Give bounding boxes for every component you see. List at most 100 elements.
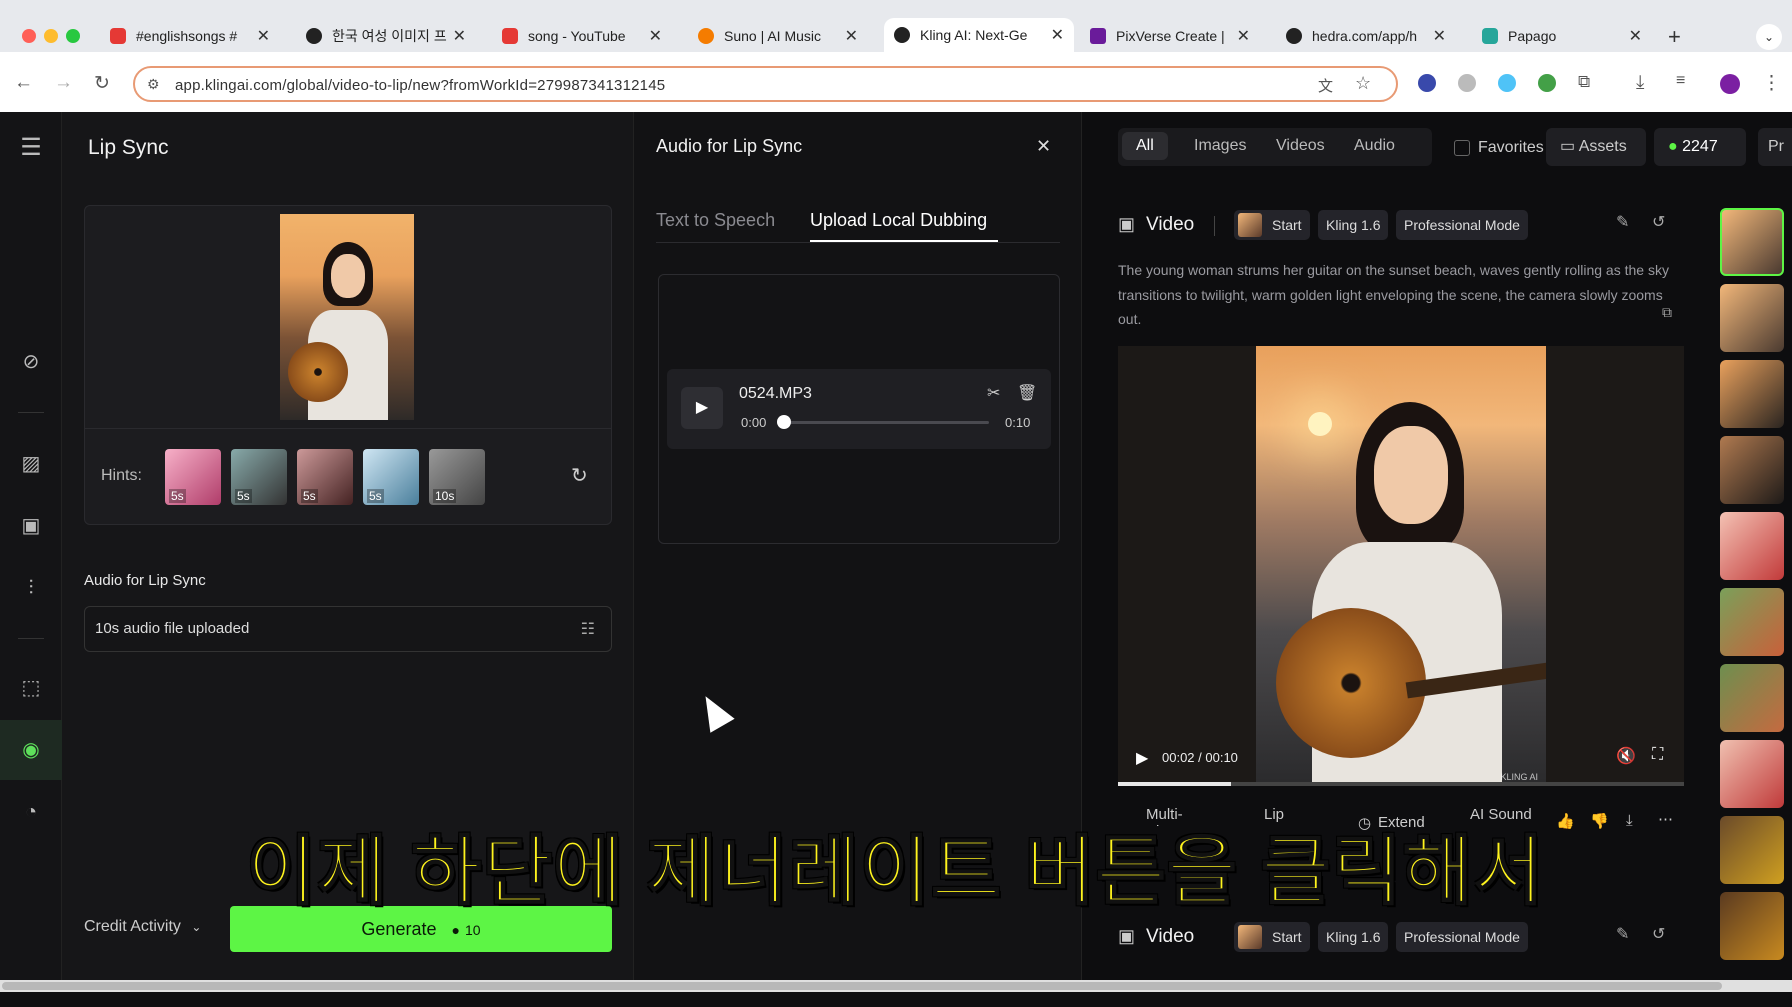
history-thumbnail[interactable]	[1720, 664, 1784, 732]
edit-icon[interactable]: ✎	[1616, 212, 1629, 232]
close-tab-icon[interactable]: ✕	[1051, 25, 1064, 45]
credits-badge[interactable]: ● 2247	[1654, 128, 1746, 166]
source-video-thumbnail[interactable]	[280, 214, 414, 420]
address-bar[interactable]: ⚙ app.klingai.com/global/video-to-lip/ne…	[133, 66, 1398, 102]
close-tab-icon[interactable]: ✕	[845, 26, 858, 46]
copy-icon[interactable]: ⧉	[1662, 304, 1672, 321]
hint-thumbnail[interactable]: 5s	[363, 449, 419, 505]
url-text[interactable]: app.klingai.com/global/video-to-lip/new?…	[175, 77, 665, 94]
audio-progress-handle[interactable]	[777, 415, 791, 429]
filter-audio[interactable]: Audio	[1340, 132, 1409, 160]
extension-icon[interactable]	[1538, 74, 1556, 92]
history-thumbnail[interactable]	[1720, 360, 1784, 428]
history-thumbnail[interactable]	[1720, 208, 1784, 276]
hint-thumbnail[interactable]: 5s	[231, 449, 287, 505]
minimize-window-icon[interactable]	[44, 29, 58, 43]
horizontal-scrollbar[interactable]	[0, 980, 1792, 992]
forward-icon[interactable]: →	[54, 72, 73, 94]
profile-avatar[interactable]	[1720, 74, 1740, 94]
site-settings-icon[interactable]: ⚙	[147, 76, 160, 93]
browser-tab-active[interactable]: Kling AI: Next-Ge ✕	[884, 18, 1074, 52]
close-tab-icon[interactable]: ✕	[257, 26, 270, 46]
mode-chip[interactable]: Professional Mode	[1396, 922, 1528, 952]
hamburger-menu-icon[interactable]: ☰	[19, 136, 43, 160]
history-thumbnail[interactable]	[1720, 436, 1784, 504]
audio-progress-track[interactable]	[783, 421, 989, 424]
play-icon[interactable]: ▶	[681, 387, 723, 429]
start-chip[interactable]: Start	[1234, 210, 1310, 240]
translate-icon[interactable]: 文	[1318, 75, 1333, 96]
upgrade-button[interactable]: Pr	[1758, 128, 1792, 166]
history-thumbnail[interactable]	[1720, 512, 1784, 580]
extension-icon[interactable]	[1458, 74, 1476, 92]
hint-thumbnail[interactable]: 10s	[429, 449, 485, 505]
browser-tab[interactable]: PixVerse Create | ✕	[1080, 22, 1260, 50]
tab-upload-local-dubbing[interactable]: Upload Local Dubbing	[810, 210, 987, 231]
youtube-icon	[502, 28, 518, 44]
history-thumbnail[interactable]	[1720, 740, 1784, 808]
lip-sync-icon[interactable]: ◉	[0, 720, 62, 780]
reload-icon[interactable]: ↻	[94, 72, 110, 95]
edit-icon[interactable]: ✎	[1616, 924, 1629, 944]
sound-generation-icon[interactable]: ⫶	[19, 576, 43, 600]
close-icon[interactable]: ✕	[1036, 136, 1051, 157]
close-tab-icon[interactable]: ✕	[649, 26, 662, 46]
new-tab-button[interactable]: +	[1668, 24, 1681, 50]
favorites-label[interactable]: Favorites	[1478, 139, 1544, 157]
extensions-puzzle-icon[interactable]: ⧉	[1578, 72, 1590, 92]
ai-home-icon[interactable]: ⊘	[19, 350, 43, 374]
history-thumbnail[interactable]	[1720, 284, 1784, 352]
extension-icon[interactable]	[1418, 74, 1436, 92]
browser-tab[interactable]: Suno | AI Music ✕	[688, 22, 868, 50]
adjust-settings-icon[interactable]: ☷	[581, 619, 595, 639]
start-chip[interactable]: Start	[1234, 922, 1310, 952]
filter-videos[interactable]: Videos	[1262, 132, 1339, 160]
download-icon[interactable]: ⤓	[1636, 72, 1644, 94]
filter-all[interactable]: All	[1122, 132, 1168, 160]
close-tab-icon[interactable]: ✕	[453, 26, 466, 46]
back-icon[interactable]: ←	[14, 72, 33, 94]
history-thumbnail[interactable]	[1720, 588, 1784, 656]
model-chip[interactable]: Kling 1.6	[1318, 922, 1389, 952]
mode-chip[interactable]: Professional Mode	[1396, 210, 1528, 240]
reuse-icon[interactable]: ↺	[1652, 924, 1665, 944]
virtual-try-on-icon[interactable]: ⬚	[19, 676, 43, 700]
video-generation-icon[interactable]: ▣	[19, 514, 43, 538]
model-chip[interactable]: Kling 1.6	[1318, 210, 1389, 240]
menu-dots-icon[interactable]: ⋮	[1762, 72, 1781, 95]
reuse-icon[interactable]: ↺	[1652, 212, 1665, 232]
trash-icon[interactable]: 🗑	[1017, 383, 1037, 403]
close-tab-icon[interactable]: ✕	[1237, 26, 1250, 46]
browser-tab[interactable]: song - YouTube ✕	[492, 22, 672, 50]
close-tab-icon[interactable]: ✕	[1433, 26, 1446, 46]
audio-field[interactable]: 10s audio file uploaded ☷	[84, 606, 612, 652]
image-generation-icon[interactable]: ▨	[19, 452, 43, 476]
assets-button[interactable]: ▭ Assets	[1546, 128, 1646, 166]
bookmark-star-icon[interactable]: ☆	[1355, 73, 1371, 94]
hint-thumbnail[interactable]: 5s	[165, 449, 221, 505]
scrollbar-thumb[interactable]	[2, 982, 1722, 990]
media-icon[interactable]: ≡	[1676, 72, 1685, 90]
close-tab-icon[interactable]: ✕	[1629, 26, 1642, 46]
fullscreen-icon[interactable]: ⛶	[1652, 746, 1663, 764]
extension-icon[interactable]	[1498, 74, 1516, 92]
video-player[interactable]: KLING AI ▶ 00:02 / 00:10 🔇 ⛶	[1118, 346, 1684, 786]
browser-tab[interactable]: 한국 여성 이미지 프 ✕	[296, 22, 476, 50]
audio-section-title: Audio for Lip Sync	[84, 572, 206, 589]
mute-icon[interactable]: 🔇	[1616, 746, 1636, 766]
hint-thumbnail[interactable]: 5s	[297, 449, 353, 505]
tab-search-icon[interactable]: ⌄	[1756, 24, 1782, 50]
maximize-window-icon[interactable]	[66, 29, 80, 43]
favorites-checkbox[interactable]	[1454, 140, 1470, 156]
refresh-hints-icon[interactable]: ↻	[571, 463, 588, 488]
tab-text-to-speech[interactable]: Text to Speech	[656, 210, 775, 231]
browser-tab[interactable]: Papago ✕	[1472, 22, 1652, 50]
video-progress-track[interactable]	[1118, 782, 1684, 786]
filter-images[interactable]: Images	[1180, 132, 1260, 160]
close-window-icon[interactable]	[22, 29, 36, 43]
credit-activity-dropdown[interactable]: Credit Activity ⌄	[84, 918, 201, 936]
play-icon[interactable]: ▶	[1136, 748, 1148, 768]
trim-scissors-icon[interactable]: ✂	[987, 383, 1000, 403]
browser-tab[interactable]: #englishsongs # ✕	[100, 22, 280, 50]
browser-tab[interactable]: hedra.com/app/h ✕	[1276, 22, 1456, 50]
